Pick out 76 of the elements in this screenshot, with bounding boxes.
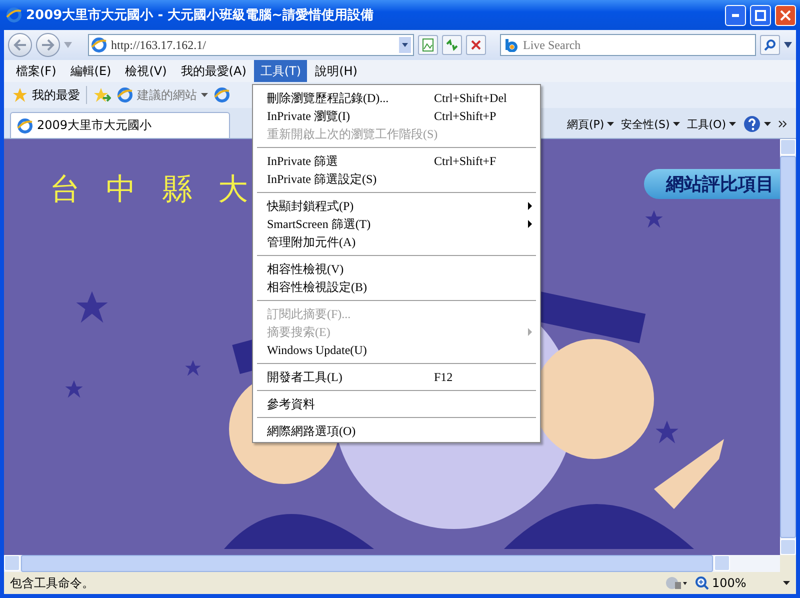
star-icon [64, 379, 84, 399]
refresh-button[interactable] [442, 35, 462, 55]
menu-item[interactable]: 參考資料 [253, 395, 540, 413]
address-field[interactable]: http://163.17.162.1/ [88, 34, 414, 56]
menu-item[interactable]: 管理附加元件(A) [253, 233, 540, 251]
command-menu-button[interactable]: 工具(O) [686, 116, 736, 132]
menu-bar-item[interactable]: 我的最愛(A) [174, 60, 252, 82]
command-menu-button[interactable]: 網頁(P) [566, 116, 614, 132]
menu-item[interactable]: 刪除瀏覽歷程記錄(D)... Ctrl+Shift+Del [253, 89, 540, 107]
forward-arrow-icon [41, 39, 55, 51]
site-rating-link-button[interactable]: 網站評比項目 [644, 169, 780, 199]
compatibility-button[interactable] [418, 35, 438, 55]
close-button[interactable] [775, 4, 796, 26]
stop-button[interactable] [466, 35, 486, 55]
refresh-icon [445, 39, 459, 51]
minimize-button[interactable] [725, 4, 746, 26]
menu-bar-item[interactable]: 檔案(F) [10, 60, 62, 82]
star-icon [74, 289, 110, 325]
caret-icon[interactable] [783, 581, 790, 585]
menu-item[interactable]: SmartScreen 篩選(T) [253, 215, 540, 233]
help-icon [743, 115, 761, 133]
caret-icon [672, 122, 680, 126]
suggested-sites-link[interactable]: 建議的網站 [117, 86, 208, 104]
dropdown-caret-icon[interactable] [399, 37, 411, 53]
back-button[interactable] [8, 33, 32, 57]
magnifier-icon [695, 576, 709, 590]
menu-item[interactable]: InPrivate 篩選 Ctrl+Shift+F [253, 152, 540, 170]
stop-icon [471, 40, 481, 50]
caret-icon [607, 122, 614, 126]
ie-page-icon [91, 37, 107, 53]
star-icon [12, 87, 28, 103]
menu-bar-item[interactable]: 工具(T) [254, 60, 308, 82]
caret-icon [764, 122, 771, 126]
menu-item[interactable]: 相容性檢視設定(B) [253, 278, 540, 296]
search-field[interactable]: Live Search [500, 34, 756, 56]
vertical-scrollbar[interactable] [780, 139, 796, 555]
favorites-button[interactable]: 我的最愛 [12, 86, 80, 104]
menu-item[interactable]: InPrivate 瀏覽(I) Ctrl+Shift+P [253, 107, 540, 125]
menu-item[interactable]: 網際網路選項(O) [253, 422, 540, 440]
protected-mode-icon[interactable] [665, 576, 687, 590]
menu-item[interactable]: 開發者工具(L) F12 [253, 368, 540, 386]
maximize-icon [755, 10, 766, 20]
minimize-icon [732, 14, 739, 16]
star-icon [184, 359, 202, 377]
menu-item[interactable]: 快顯封鎖程式(P) [253, 197, 540, 215]
forward-button[interactable] [36, 33, 60, 57]
help-button[interactable] [743, 115, 771, 133]
zoom-button[interactable]: 100% [695, 576, 775, 590]
menu-bar-item[interactable]: 編輯(E) [64, 60, 118, 82]
close-icon [780, 10, 791, 20]
caret-icon [729, 122, 736, 126]
search-button[interactable] [760, 35, 780, 55]
star-icon [644, 209, 664, 229]
horizontal-scrollbar[interactable] [4, 555, 796, 572]
menu-item[interactable]: Windows Update(U) [253, 341, 540, 359]
command-menu-button[interactable]: 安全性(S) [621, 116, 680, 132]
dropdown-caret-icon[interactable] [784, 42, 792, 48]
menu-item[interactable]: 相容性檢視(V) [253, 260, 540, 278]
ie-page-icon [17, 118, 33, 134]
ie-page-icon[interactable] [214, 87, 230, 103]
back-arrow-icon [13, 39, 27, 51]
menu-bar-item[interactable]: 檢視(V) [119, 60, 173, 82]
menu-bar-item[interactable]: 說明(H) [309, 60, 364, 82]
star-icon [654, 419, 680, 445]
caret-icon [201, 93, 208, 97]
status-text: 包含工具命令。 [10, 574, 95, 592]
menu-item[interactable]: InPrivate 篩選設定(S) [253, 170, 540, 188]
search-icon [764, 39, 776, 51]
maximize-button[interactable] [750, 4, 771, 26]
page-icon [422, 38, 434, 52]
ie-logo-icon [6, 7, 22, 23]
ie-page-icon [117, 87, 133, 103]
chevron-icon[interactable] [778, 120, 788, 128]
browser-tab[interactable]: 2009大里市大元國小 [10, 112, 230, 138]
add-favorite-star-icon[interactable] [93, 87, 111, 103]
window-title: 2009大里市大元國小 - 大元國小班級電腦~請愛惜使用設備 [26, 6, 375, 24]
